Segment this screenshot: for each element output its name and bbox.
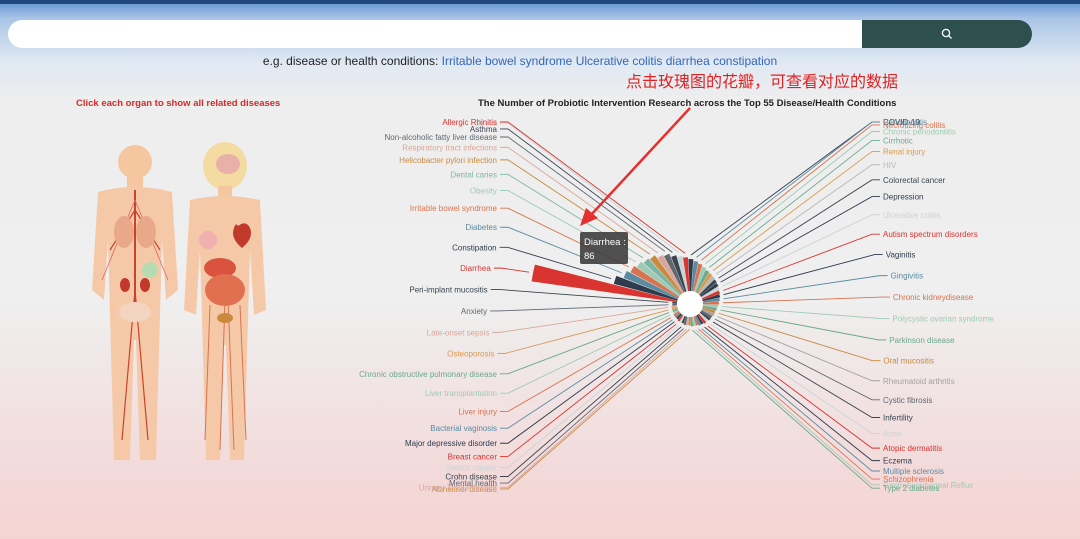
- leader-line: [500, 319, 673, 429]
- category-label: Atopic dermatitis: [883, 444, 942, 453]
- leader-line: [714, 318, 880, 401]
- leader-line: [696, 121, 880, 258]
- category-label: Depression: [883, 193, 923, 202]
- category-label: Diabetes: [465, 223, 497, 232]
- annotation-note: 点击玫瑰图的花瓣，可查看对应的数据: [626, 72, 899, 91]
- category-label: Dental caries: [450, 170, 497, 179]
- category-label: Osteoporosis: [447, 349, 494, 358]
- leader-line: [707, 325, 880, 449]
- category-label: Type 2 diabetes: [883, 484, 939, 493]
- category-label: Liver injury: [458, 407, 497, 416]
- category-label: Cirrhotic: [883, 136, 913, 145]
- leader-line: [500, 312, 670, 375]
- leader-line: [500, 146, 659, 254]
- leader-line: [718, 312, 881, 362]
- category-label: Infertility: [883, 414, 913, 423]
- leader-line: [715, 164, 880, 275]
- leader-line: [500, 325, 679, 469]
- tooltip: Diarrhea : 86: [580, 232, 628, 264]
- category-label: Gingivitis: [891, 272, 923, 281]
- category-label: Breast cancer: [448, 452, 498, 461]
- category-label: Polycystic ovarian syndrome: [892, 315, 994, 324]
- category-label: Vaginitis: [886, 251, 916, 260]
- tooltip-label: Diarrhea :: [584, 237, 626, 248]
- category-label: Autism spectrum disorders: [883, 230, 978, 239]
- rose-chart: Diarrhea Constipation Diabetes Irritable bo…: [359, 107, 994, 494]
- tooltip-value: 86: [584, 251, 595, 262]
- category-label: Constipation: [452, 243, 496, 252]
- leader-line: [717, 316, 880, 382]
- leader-line: [723, 233, 880, 291]
- leader-line: [500, 321, 675, 444]
- category-label: Peri-implant mucositis: [409, 285, 487, 294]
- category-label: Crohn disease: [445, 473, 497, 482]
- leader-line: [493, 267, 530, 273]
- leader-line: [723, 275, 888, 300]
- category-label: Renal injury: [883, 148, 925, 157]
- leader-line: [701, 328, 880, 472]
- rose-petal[interactable]: [672, 303, 678, 306]
- category-label: Chronic obstructive pulmonary disease: [359, 370, 497, 379]
- leader-line: [712, 321, 880, 418]
- leader-line: [497, 309, 669, 354]
- category-label: Ulcerative colitis: [883, 211, 941, 220]
- leader-line: [709, 139, 880, 268]
- category-label: Obesity: [470, 186, 497, 195]
- leader-line: [721, 306, 890, 320]
- category-label: Oral mucositis: [883, 357, 934, 366]
- leader-line: [500, 323, 677, 457]
- category-label: Anxiety: [461, 307, 487, 316]
- category-label: Diarrhea: [460, 264, 491, 273]
- category-label: Eczema: [883, 457, 912, 466]
- category-label: Non-alcoholic fatty liver disease: [385, 133, 498, 142]
- leader-line: [712, 151, 880, 271]
- leader-line: [701, 124, 880, 261]
- leader-line: [705, 131, 880, 264]
- category-label: Cystic fibrosis: [883, 396, 932, 405]
- category-label: Acne: [883, 430, 902, 439]
- category-label: Bacterial vaginosis: [430, 424, 497, 433]
- category-label: Chronic kidneydisease: [893, 293, 974, 302]
- leader-line: [500, 326, 682, 477]
- category-label: Liver transplantation: [425, 389, 497, 398]
- leader-line: [722, 296, 890, 304]
- category-label: Colorectal cancer: [883, 176, 946, 185]
- category-label: Parkinson disease: [889, 336, 955, 345]
- leader-line: [720, 309, 887, 341]
- leader-line: [718, 179, 880, 279]
- annotation-arrow: [580, 107, 691, 226]
- leader-line: [698, 328, 880, 480]
- category-label: Rheumatoid arthritis: [883, 377, 955, 386]
- category-label: Major depressive disorder: [405, 439, 497, 448]
- category-label: Gastric cancer: [445, 464, 497, 473]
- chart-center-hole: [677, 291, 703, 317]
- category-label: HIV: [883, 161, 897, 170]
- category-label: Helicobacter pylori infection: [399, 156, 497, 165]
- category-label: Respiratory tract infections: [402, 143, 497, 152]
- category-label: Chronic periodontitis: [883, 127, 956, 136]
- category-label: Late-onset sepsis: [427, 328, 490, 337]
- category-label: Irritable bowel syndrome: [410, 204, 498, 213]
- leader-line: [490, 304, 669, 312]
- category-label: Allergic Rhinitis: [442, 118, 497, 127]
